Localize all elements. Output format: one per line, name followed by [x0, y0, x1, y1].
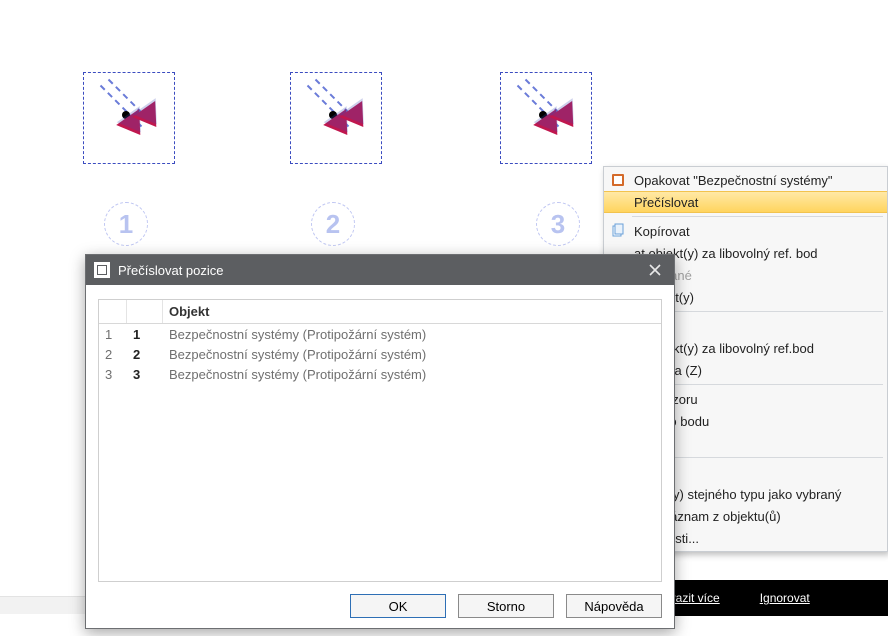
table-row[interactable]: 33Bezpečnostní systémy (Protipožární sys…: [99, 364, 661, 384]
row-object: Bezpečnostní systémy (Protipožární systé…: [163, 347, 661, 362]
row-number: 1: [127, 327, 163, 342]
close-button[interactable]: [640, 259, 670, 281]
menu-copy[interactable]: Kopírovat: [604, 220, 887, 242]
ignore-link[interactable]: Ignorovat: [760, 591, 810, 605]
table-header: Objekt: [99, 300, 661, 324]
fire-safety-arrow-icon: [84, 73, 174, 163]
status-strip: [0, 596, 85, 614]
position-number[interactable]: 2: [311, 202, 355, 246]
position-number[interactable]: 1: [104, 202, 148, 246]
header-cell-object: Objekt: [163, 300, 661, 323]
fire-safety-arrow-icon: [291, 73, 381, 163]
header-cell-index: [99, 300, 127, 323]
dialog-body: Objekt 11Bezpečnostní systémy (Protipožá…: [98, 299, 662, 582]
position-number[interactable]: 3: [536, 202, 580, 246]
row-number: 3: [127, 367, 163, 382]
dialog-button-row: OK Storno Nápověda: [350, 594, 662, 618]
repeat-icon: [610, 172, 626, 188]
cancel-button[interactable]: Storno: [458, 594, 554, 618]
menu-item-label: Kopírovat: [634, 224, 690, 239]
renumber-dialog: Přečíslovat pozice Objekt 11Bezpečnostní…: [85, 254, 675, 629]
symbol-marker[interactable]: [500, 72, 592, 164]
row-number: 2: [127, 347, 163, 362]
menu-separator: [632, 216, 883, 217]
help-button[interactable]: Nápověda: [566, 594, 662, 618]
menu-repeat[interactable]: Opakovat "Bezpečnostní systémy": [604, 169, 887, 191]
menu-item-label: Opakovat "Bezpečnostní systémy": [634, 173, 833, 188]
header-cell-num: [127, 300, 163, 323]
copy-icon: [610, 223, 626, 239]
table-body: 11Bezpečnostní systémy (Protipožární sys…: [99, 324, 661, 384]
menu-item-label: Přečíslovat: [634, 195, 698, 210]
app-icon: [94, 262, 110, 278]
close-icon: [649, 264, 661, 276]
row-index: 3: [99, 367, 127, 382]
row-object: Bezpečnostní systémy (Protipožární systé…: [163, 327, 661, 342]
menu-renumber[interactable]: Přečíslovat: [604, 191, 887, 213]
dialog-titlebar[interactable]: Přečíslovat pozice: [86, 255, 674, 285]
row-index: 1: [99, 327, 127, 342]
fire-safety-arrow-icon: [501, 73, 591, 163]
ok-button[interactable]: OK: [350, 594, 446, 618]
symbol-marker[interactable]: [290, 72, 382, 164]
table-row[interactable]: 11Bezpečnostní systémy (Protipožární sys…: [99, 324, 661, 344]
dialog-title: Přečíslovat pozice: [118, 263, 224, 278]
symbol-marker[interactable]: [83, 72, 175, 164]
row-index: 2: [99, 347, 127, 362]
table-row[interactable]: 22Bezpečnostní systémy (Protipožární sys…: [99, 344, 661, 364]
row-object: Bezpečnostní systémy (Protipožární systé…: [163, 367, 661, 382]
